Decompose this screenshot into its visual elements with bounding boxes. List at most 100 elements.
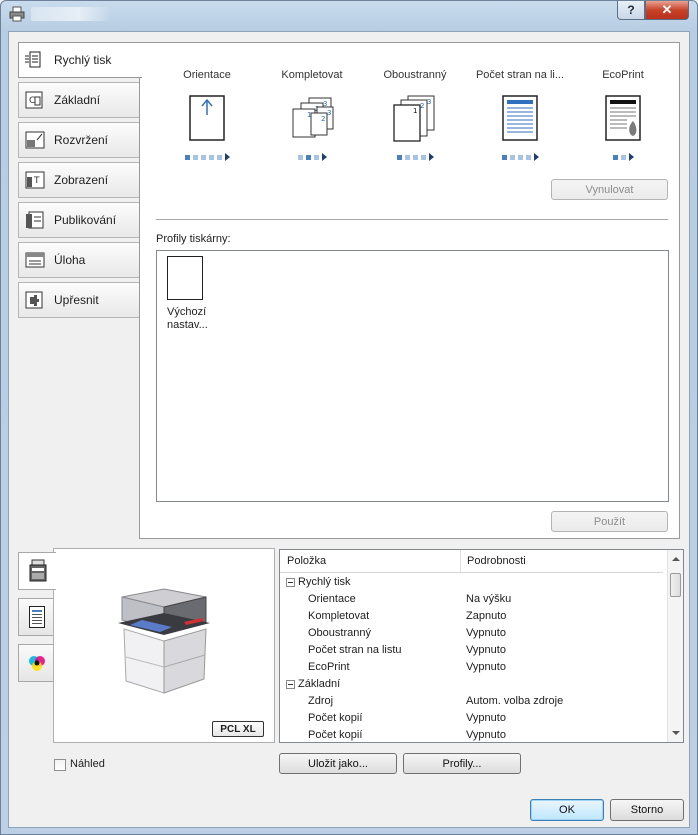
tab-imaging[interactable]: T Zobrazení <box>18 162 140 198</box>
tab-color-preview[interactable] <box>18 644 54 682</box>
setting-step-indicator[interactable] <box>297 153 327 161</box>
step-dot <box>509 154 515 160</box>
svg-text:3: 3 <box>427 98 431 106</box>
tab-label: Základní <box>54 93 101 107</box>
save-as-button[interactable]: Uložit jako... <box>279 753 397 774</box>
svg-text:T: T <box>33 176 40 186</box>
group-label: Rychlý tisk <box>298 574 351 591</box>
tab-job[interactable]: Úloha <box>18 242 140 278</box>
quick-print-icon <box>24 51 46 69</box>
next-arrow-icon <box>533 153 539 161</box>
collapse-icon[interactable] <box>286 680 295 689</box>
item-label: Počet kopií <box>308 727 363 742</box>
scroll-thumb[interactable] <box>670 573 681 597</box>
ecoprint-icon[interactable] <box>605 95 641 144</box>
page-tab-icon <box>28 606 45 628</box>
item-value: Vypnuto <box>466 627 506 639</box>
svg-text:2: 2 <box>420 102 424 110</box>
close-button[interactable]: ✕ <box>645 1 689 20</box>
tab-page-preview[interactable] <box>18 598 54 636</box>
list-item[interactable]: Základní <box>280 676 663 693</box>
pages-per-sheet-icon[interactable] <box>502 95 538 144</box>
list-item[interactable]: Počet kopií Vypnuto <box>280 727 663 742</box>
profiles-label: Profily tiskárny: <box>156 233 231 245</box>
item-key: Rychlý tisk <box>298 576 351 588</box>
list-item[interactable]: Počet stran na listu Vypnuto <box>280 642 663 659</box>
item-key: Orientace <box>308 593 356 605</box>
list-item[interactable]: Oboustranný Vypnuto <box>280 625 663 642</box>
profile-name: Výchozí nastav... <box>167 306 208 331</box>
imaging-icon: T <box>24 171 46 189</box>
tab-printer-preview[interactable] <box>18 552 56 590</box>
item-value: Autom. volba zdroje <box>466 695 564 707</box>
list-item[interactable]: EcoPrint Vypnuto <box>280 659 663 676</box>
setting-step-indicator[interactable] <box>184 153 230 161</box>
tab-advanced[interactable]: Upřesnit <box>18 282 140 318</box>
help-button[interactable]: ? <box>617 1 645 20</box>
profile-page-icon <box>167 256 203 300</box>
preview-checkbox-label: Náhled <box>70 758 105 770</box>
list-item[interactable]: Počet kopií Vypnuto <box>280 710 663 727</box>
cancel-button[interactable]: Storno <box>610 799 684 821</box>
collate-icon[interactable]: 32132 <box>287 95 337 144</box>
layout-icon <box>24 131 46 149</box>
column-separator[interactable] <box>460 550 461 572</box>
profiles-list[interactable]: Výchozí nastav... <box>156 250 669 502</box>
scroll-up-icon[interactable] <box>672 557 680 561</box>
item-key: Počet kopií <box>308 712 363 724</box>
profiles-button[interactable]: Profily... <box>403 753 521 774</box>
ok-button[interactable]: OK <box>530 799 604 821</box>
tab-publishing[interactable]: Publikování <box>18 202 140 238</box>
duplex-icon[interactable]: 321 <box>392 95 438 146</box>
item-key: Počet stran na listu <box>308 644 402 656</box>
scroll-down-icon[interactable] <box>672 731 680 735</box>
step-dot <box>412 154 418 160</box>
tab-layout[interactable]: Rozvržení <box>18 122 140 158</box>
item-value: Vypnuto <box>466 729 506 741</box>
svg-text:3: 3 <box>327 109 331 117</box>
list-item[interactable]: Zdroj Autom. volba zdroje <box>280 693 663 710</box>
item-value: Vypnuto <box>466 661 506 673</box>
profile-item-default[interactable]: Výchozí nastav... <box>167 256 219 332</box>
setting-step-indicator[interactable] <box>396 153 434 161</box>
setting-step-indicator[interactable] <box>501 153 539 161</box>
next-arrow-icon <box>224 153 230 161</box>
step-dot <box>517 154 523 160</box>
setting-step-indicator[interactable] <box>612 153 634 161</box>
item-label: EcoPrint <box>308 659 350 676</box>
step-dot <box>396 154 402 160</box>
item-key: Počet kopií <box>308 729 363 741</box>
item-key: Oboustranný <box>308 627 371 639</box>
publishing-icon <box>24 211 46 229</box>
title-bar: ? ✕ <box>1 1 697 29</box>
printer-preview-panel: PCL XL <box>53 548 275 743</box>
group-label: Základní <box>298 676 340 693</box>
col-item-header[interactable]: Položka <box>287 555 326 567</box>
tab-basic[interactable]: C Základní <box>18 82 140 118</box>
list-item[interactable]: Rychlý tisk <box>280 574 663 591</box>
list-item[interactable]: Kompletovat Zapnuto <box>280 608 663 625</box>
preview-checkbox[interactable] <box>54 759 66 771</box>
summary-rows: Rychlý tisk Orientace Na výšku Kompletovat Z… <box>280 574 663 742</box>
list-item[interactable]: Orientace Na výšku <box>280 591 663 608</box>
quick-print-panel: OrientaceKompletovat32132Oboustranný321P… <box>139 42 680 539</box>
orientation-icon[interactable] <box>189 95 225 144</box>
tab-quick-print[interactable]: Rychlý tisk <box>18 42 142 78</box>
reset-button[interactable]: Vynulovat <box>551 179 668 200</box>
step-dot <box>297 154 303 160</box>
vertical-scrollbar[interactable] <box>667 550 683 742</box>
step-dot <box>525 154 531 160</box>
next-arrow-icon <box>428 153 434 161</box>
item-label: Počet kopií <box>308 710 362 727</box>
apply-button[interactable]: Použít <box>551 511 668 532</box>
settings-summary-list[interactable]: Položka Podrobnosti Rychlý tisk Orientace… <box>279 549 684 743</box>
item-value: Vypnuto <box>466 644 506 656</box>
quick-print-header: EcoPrint <box>602 69 644 81</box>
quick-print-header: Počet stran na li... <box>475 69 565 81</box>
separator <box>156 219 668 220</box>
col-details-header[interactable]: Podrobnosti <box>467 555 526 567</box>
color-tab-icon <box>28 656 45 671</box>
dialog-client: Rychlý tisk C Základní Rozvržení T Zobrazení P… <box>8 31 690 828</box>
collapse-icon[interactable] <box>286 578 295 587</box>
tab-label: Publikování <box>54 213 117 227</box>
